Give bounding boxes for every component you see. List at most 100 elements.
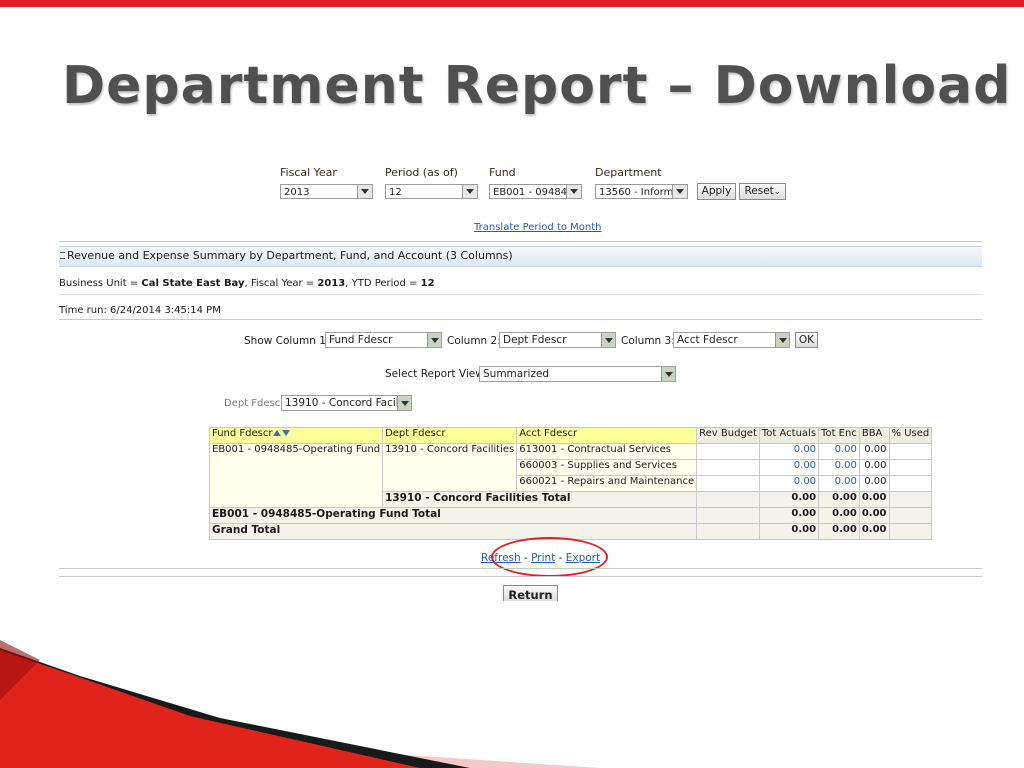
grand-total-pct-used bbox=[888, 523, 933, 540]
column2-value: Dept Fdescr bbox=[503, 334, 567, 346]
report-meta: Business Unit = Cal State East Bay, Fisc… bbox=[59, 278, 435, 289]
fund-total-row: EB001 - 0948485-Operating Fund Total 0.0… bbox=[208, 507, 933, 524]
tot-actuals-link[interactable]: 0.00 bbox=[758, 459, 820, 476]
fund-cell: EB001 - 0948485-Operating Fund bbox=[208, 443, 384, 508]
dept-cell: 13910 - Concord Facilities bbox=[382, 443, 518, 492]
acct-cell: 660021 - Repairs and Maintenance bbox=[516, 475, 698, 492]
column2-select[interactable]: Dept Fdescr bbox=[499, 332, 616, 348]
report-table: Fund Fdescr Dept Fdescr Acct Fdescr Rev … bbox=[208, 427, 933, 540]
sort-ascending-icon[interactable] bbox=[273, 430, 282, 436]
bba-cell: 0.00 bbox=[858, 459, 890, 476]
decorative-swoosh bbox=[0, 640, 600, 768]
dept-filter-label: Dept Fdescr bbox=[224, 398, 285, 409]
slide-title: Department Report – Download bbox=[62, 56, 1012, 116]
fiscal-year-label: Fiscal Year bbox=[280, 166, 337, 179]
show-column1-label: Show Column 1: bbox=[244, 335, 330, 347]
table-row: EB001 - 0948485-Operating Fund 13910 - C… bbox=[208, 443, 933, 508]
fiscal-year-prefix: , Fiscal Year = bbox=[244, 278, 318, 289]
acct-cell: 613001 - Contractual Services bbox=[516, 443, 698, 460]
business-unit-prefix: Business Unit = bbox=[59, 278, 142, 289]
collapse-icon[interactable] bbox=[60, 252, 65, 259]
chevron-down-icon bbox=[357, 185, 372, 198]
header-tot-actuals: Tot Actuals bbox=[758, 427, 820, 444]
chevron-down-icon bbox=[775, 333, 789, 347]
chevron-down-icon bbox=[427, 333, 441, 347]
report-view-label: Select Report View: bbox=[385, 368, 487, 380]
grand-total-row: Grand Total 0.00 0.00 0.00 bbox=[208, 523, 933, 540]
column1-value: Fund Fdescr bbox=[329, 334, 393, 346]
dept-filter-select[interactable]: 13910 - Concord Facilities bbox=[281, 395, 412, 411]
translate-period-link[interactable]: Translate Period to Month bbox=[474, 222, 602, 233]
divider bbox=[59, 241, 982, 242]
period-label: Period (as of) bbox=[385, 166, 458, 179]
department-value: 13560 - Informat bbox=[599, 187, 684, 198]
header-rev-budget: Rev Budget bbox=[696, 427, 760, 444]
department-label: Department bbox=[595, 166, 662, 179]
sort-descending-icon[interactable] bbox=[282, 430, 291, 436]
time-run: Time run: 6/24/2014 3:45:14 PM bbox=[59, 305, 221, 316]
grand-total-tot-actuals: 0.00 bbox=[758, 523, 820, 540]
department-select[interactable]: 13560 - Informat bbox=[595, 184, 688, 199]
grand-total-tot-enc: 0.00 bbox=[818, 523, 860, 540]
header-label: Fund Fdescr bbox=[212, 428, 273, 439]
chevron-down-icon bbox=[672, 185, 687, 198]
report-view-select[interactable]: Summarized bbox=[479, 366, 676, 382]
reset-label: Reset bbox=[744, 185, 774, 197]
column2-label: Column 2: bbox=[447, 335, 501, 347]
dept-total-rev-budget bbox=[696, 491, 760, 508]
fiscal-year-meta-value: 2013 bbox=[317, 278, 346, 289]
pct-used-cell bbox=[888, 459, 933, 476]
dept-total-tot-enc: 0.00 bbox=[818, 491, 860, 508]
period-select[interactable]: 12 bbox=[385, 184, 478, 199]
divider bbox=[59, 319, 982, 320]
ytd-value: 12 bbox=[420, 278, 435, 289]
tot-actuals-link[interactable]: 0.00 bbox=[758, 475, 820, 492]
ok-button[interactable]: OK bbox=[795, 332, 818, 348]
divider bbox=[59, 568, 982, 569]
business-unit-value: Cal State East Bay bbox=[141, 278, 245, 289]
chevron-down-icon bbox=[601, 333, 615, 347]
header-pct-used: % Used bbox=[888, 427, 933, 444]
apply-button[interactable]: Apply bbox=[697, 183, 736, 200]
highlight-oval bbox=[491, 537, 608, 577]
chevron-down-icon: ⌄ bbox=[773, 187, 781, 196]
rev-budget-cell bbox=[696, 475, 760, 492]
report-view-value: Summarized bbox=[483, 368, 550, 380]
column3-value: Acct Fdescr bbox=[677, 334, 738, 346]
column1-select[interactable]: Fund Fdescr bbox=[325, 332, 442, 348]
header-fund-fdescr[interactable]: Fund Fdescr bbox=[208, 427, 384, 444]
chevron-down-icon bbox=[462, 185, 477, 198]
tot-enc-link[interactable]: 0.00 bbox=[818, 459, 860, 476]
column3-select[interactable]: Acct Fdescr bbox=[673, 332, 790, 348]
section-header[interactable]: Revenue and Expense Summary by Departmen… bbox=[59, 246, 982, 267]
section-title: Revenue and Expense Summary by Departmen… bbox=[67, 249, 513, 262]
dept-total-tot-actuals: 0.00 bbox=[758, 491, 820, 508]
fiscal-year-select[interactable]: 2013 bbox=[280, 184, 373, 199]
table-header-row: Fund Fdescr Dept Fdescr Acct Fdescr Rev … bbox=[208, 427, 933, 444]
fund-total-tot-enc: 0.00 bbox=[818, 507, 860, 524]
header-dept-fdescr[interactable]: Dept Fdescr bbox=[382, 427, 518, 444]
tot-enc-link[interactable]: 0.00 bbox=[818, 475, 860, 492]
fund-total-bba: 0.00 bbox=[858, 507, 890, 524]
fund-total-pct-used bbox=[888, 507, 933, 524]
grand-total-bba: 0.00 bbox=[858, 523, 890, 540]
fund-total-tot-actuals: 0.00 bbox=[758, 507, 820, 524]
tot-actuals-link[interactable]: 0.00 bbox=[758, 443, 820, 460]
divider bbox=[59, 294, 982, 295]
fund-select[interactable]: EB001 - 0948485 bbox=[489, 184, 582, 199]
fund-total-rev-budget bbox=[696, 507, 760, 524]
fund-label: Fund bbox=[489, 166, 516, 179]
dept-filter-value: 13910 - Concord Facilities bbox=[285, 397, 412, 409]
dept-total-bba: 0.00 bbox=[858, 491, 890, 508]
pct-used-cell bbox=[888, 443, 933, 460]
header-acct-fdescr[interactable]: Acct Fdescr bbox=[516, 427, 698, 444]
rev-budget-cell bbox=[696, 443, 760, 460]
reset-button[interactable]: Reset⌄ bbox=[739, 183, 786, 200]
grand-total-rev-budget bbox=[696, 523, 760, 540]
bba-cell: 0.00 bbox=[858, 475, 890, 492]
chevron-down-icon bbox=[397, 396, 411, 410]
chevron-down-icon bbox=[566, 185, 581, 198]
return-button[interactable]: Return bbox=[503, 585, 558, 601]
ytd-prefix: , YTD Period = bbox=[345, 278, 421, 289]
tot-enc-link[interactable]: 0.00 bbox=[818, 443, 860, 460]
